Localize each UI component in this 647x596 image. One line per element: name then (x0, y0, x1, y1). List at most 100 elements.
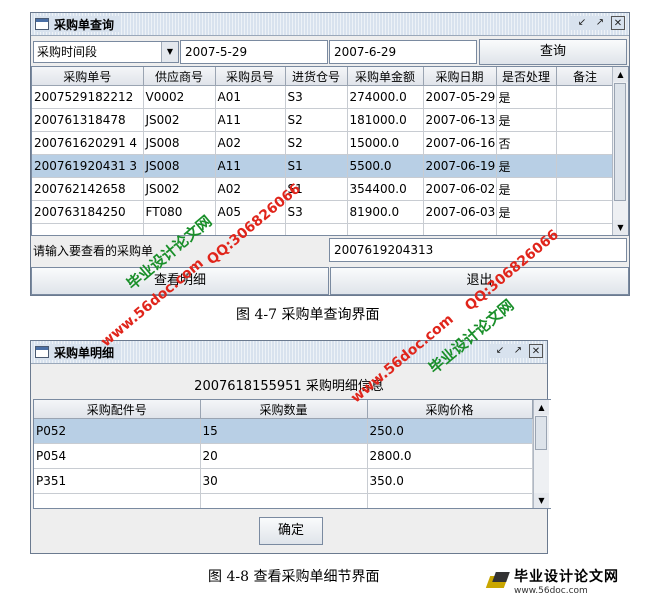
table-row[interactable]: 200761920431 3 JS008 A11 S1 5500.0 2007-06-19… (32, 154, 615, 178)
table-cell: 2007529182212 (32, 85, 144, 109)
end-date-field[interactable]: 2007-6-29 (329, 40, 477, 64)
table-cell: 250.0 (367, 418, 533, 444)
table-row[interactable]: P054 20 2800.0 (34, 443, 533, 469)
table-cell: 30 (200, 468, 368, 494)
logo-url: www.56doc.com (514, 586, 588, 596)
logo-icon (488, 572, 510, 590)
close-icon-2[interactable]: ✕ (529, 344, 543, 358)
table-cell: 15 (200, 418, 368, 444)
table-cell: 是 (496, 108, 557, 132)
table-cell: JS002 (143, 177, 216, 201)
column-header[interactable]: 备注 (556, 67, 615, 86)
ok-button[interactable]: 确定 (259, 517, 323, 545)
chevron-down-icon[interactable]: ▼ (161, 42, 178, 62)
table-cell: S2 (285, 131, 348, 155)
minimize-icon-2[interactable]: ↙ (493, 344, 507, 358)
table-row[interactable] (32, 223, 615, 235)
table-row[interactable]: P351 30 350.0 (34, 468, 533, 494)
window-title: 采购单查询 (54, 17, 115, 32)
table-cell: 274000.0 (347, 85, 424, 109)
table-row[interactable]: 200763184250 FT080 A05 S3 81900.0 2007-06-03 是 (32, 200, 615, 224)
table-cell: 2800.0 (367, 443, 533, 469)
detail-header: 2007618155951 采购明细信息 (194, 379, 384, 394)
table-cell: 是 (496, 200, 557, 224)
table-cell: 200761620291 4 (32, 131, 144, 155)
column-header[interactable]: 采购配件号 (34, 400, 201, 419)
table-cell: 354400.0 (347, 177, 424, 201)
column-header[interactable]: 采购单金额 (347, 67, 424, 86)
title-bar-2[interactable]: 采购单明细 ↙ ↗ ✕ (31, 341, 547, 364)
table-cell: 2007-06-16 (423, 131, 497, 155)
maximize-icon[interactable]: ↗ (593, 16, 607, 30)
table-cell: S3 (285, 85, 348, 109)
table-cell (556, 131, 615, 155)
scroll-thumb[interactable] (614, 83, 626, 201)
table-cell (556, 177, 615, 201)
column-header[interactable]: 采购日期 (423, 67, 497, 86)
figure-caption-2: 图 4-8 查看采购单细节界面 (208, 569, 380, 585)
column-header[interactable]: 采购单号 (32, 67, 144, 86)
close-icon[interactable]: ✕ (611, 16, 625, 30)
scroll-up-icon[interactable]: ▲ (613, 67, 628, 82)
table-row[interactable] (34, 493, 533, 508)
table-cell: 5500.0 (347, 154, 424, 178)
logo-title: 毕业设计论文网 (514, 569, 619, 585)
table-cell: S1 (285, 177, 348, 201)
column-header[interactable]: 是否处理 (496, 67, 557, 86)
table-cell: 20 (200, 443, 368, 469)
table-cell: 否 (496, 131, 557, 155)
detail-table: 采购配件号 采购数量 采购价格 P052 15 250.0 P054 20 2800.0 P35… (33, 399, 551, 509)
query-type-combo[interactable]: 采购时间段 ▼ (33, 41, 179, 63)
column-header[interactable]: 进货仓号 (285, 67, 348, 86)
table-cell: A02 (215, 177, 286, 201)
maximize-icon-2[interactable]: ↗ (511, 344, 525, 358)
table-cell: 是 (496, 154, 557, 178)
site-logo: 毕业设计论文网 www.56doc.com (488, 566, 619, 596)
figure-caption-1: 图 4-7 采购单查询界面 (236, 307, 380, 323)
table-scrollbar[interactable]: ▲ ▼ (612, 67, 628, 235)
table-cell: A11 (215, 154, 286, 178)
table-cell (367, 493, 533, 508)
table-cell: A02 (215, 131, 286, 155)
table-cell: S1 (285, 154, 348, 178)
purchase-detail-window: 采购单明细 ↙ ↗ ✕ 2007618155951 采购明细信息 采购配件号 采购… (30, 340, 551, 554)
scroll-down-icon[interactable]: ▼ (613, 220, 628, 235)
table-row[interactable]: 200762142658 JS002 A02 S1 354400.0 2007-06-02… (32, 177, 615, 201)
table-cell (556, 85, 615, 109)
table-cell: JS002 (143, 108, 216, 132)
scroll-thumb-2[interactable] (535, 416, 547, 450)
view-detail-button[interactable]: 查看明细 (31, 267, 329, 295)
table-cell (34, 493, 201, 508)
table-row[interactable]: 200761620291 4 JS008 A02 S2 15000.0 2007-06-1… (32, 131, 615, 155)
order-number-input[interactable]: 2007619204313 (329, 238, 627, 262)
combo-value: 采购时间段 (37, 45, 98, 59)
column-header[interactable]: 供应商号 (143, 67, 216, 86)
table-cell: 2007-06-02 (423, 177, 497, 201)
query-button[interactable]: 查询 (479, 39, 627, 65)
title-bar[interactable]: 采购单查询 ↙ ↗ ✕ (31, 13, 629, 36)
column-header[interactable]: 采购员号 (215, 67, 286, 86)
column-header[interactable]: 采购数量 (200, 400, 368, 419)
table-row[interactable]: P052 15 250.0 (34, 418, 533, 444)
table-cell (556, 154, 615, 178)
table-cell: 200761318478 (32, 108, 144, 132)
table-cell: JS008 (143, 131, 216, 155)
purchase-orders-table: 采购单号 供应商号 采购员号 进货仓号 采购单金额 采购日期 是否处理 备注 20075291… (31, 66, 629, 236)
table-cell: 15000.0 (347, 131, 424, 155)
table-cell: 是 (496, 177, 557, 201)
table-cell (143, 223, 216, 235)
window-icon-2 (35, 346, 49, 358)
minimize-icon[interactable]: ↙ (575, 16, 589, 30)
detail-scrollbar[interactable]: ▲ ▼ (533, 400, 549, 508)
scroll-up-icon-2[interactable]: ▲ (534, 400, 549, 415)
table-cell (215, 223, 286, 235)
column-header[interactable]: 采购价格 (367, 400, 533, 419)
table-cell: S2 (285, 108, 348, 132)
scroll-down-icon-2[interactable]: ▼ (534, 493, 549, 508)
table-row[interactable]: 2007529182212 V0002 A01 S3 274000.0 2007-05-2… (32, 85, 615, 109)
start-date-field[interactable]: 2007-5-29 (180, 40, 328, 64)
table-cell: P052 (34, 418, 201, 444)
table-cell: 200763184250 (32, 200, 144, 224)
exit-button[interactable]: 退出 (330, 267, 629, 295)
table-row[interactable]: 200761318478 JS002 A11 S2 181000.0 2007-06-13… (32, 108, 615, 132)
